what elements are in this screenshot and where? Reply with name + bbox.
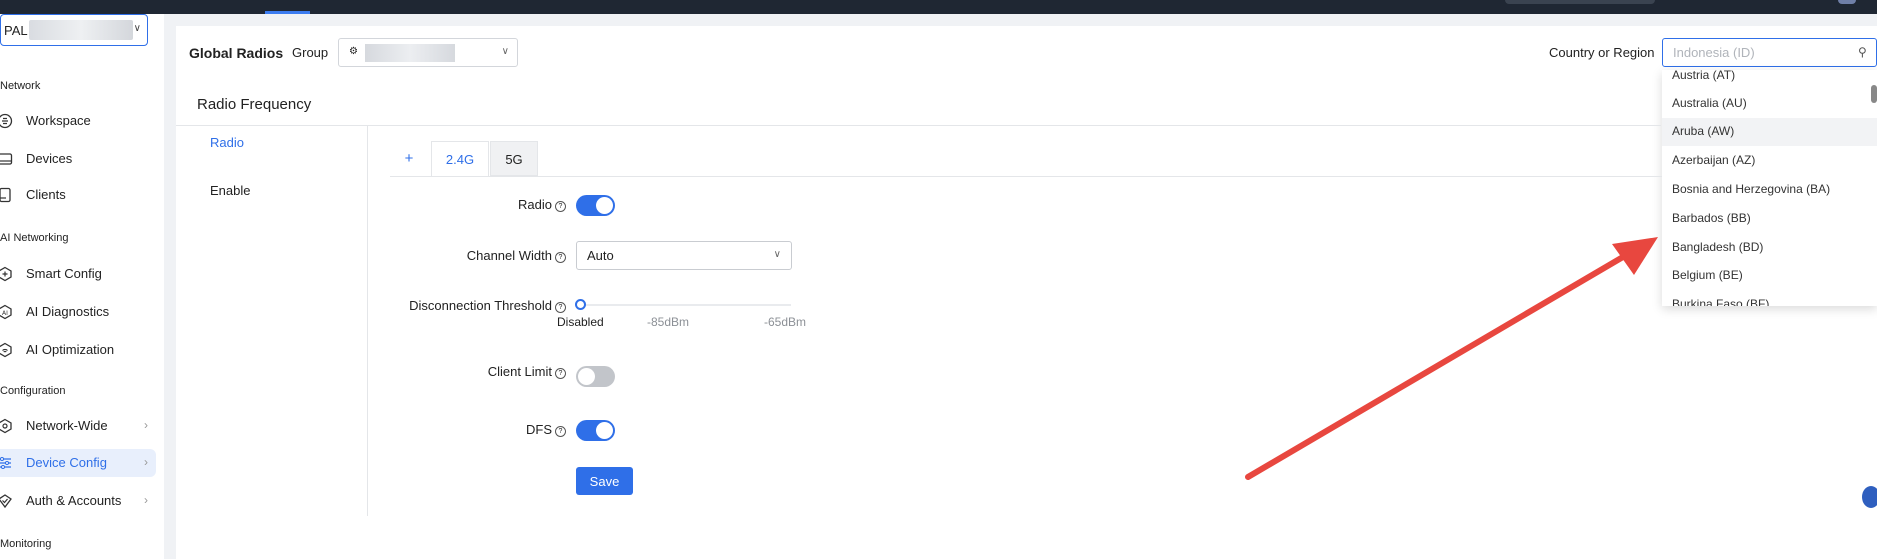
floating-assistant-icon[interactable] — [1862, 486, 1877, 508]
annotation-arrow — [1245, 237, 1658, 480]
annotation-arrow-shaft — [1245, 251, 1631, 480]
